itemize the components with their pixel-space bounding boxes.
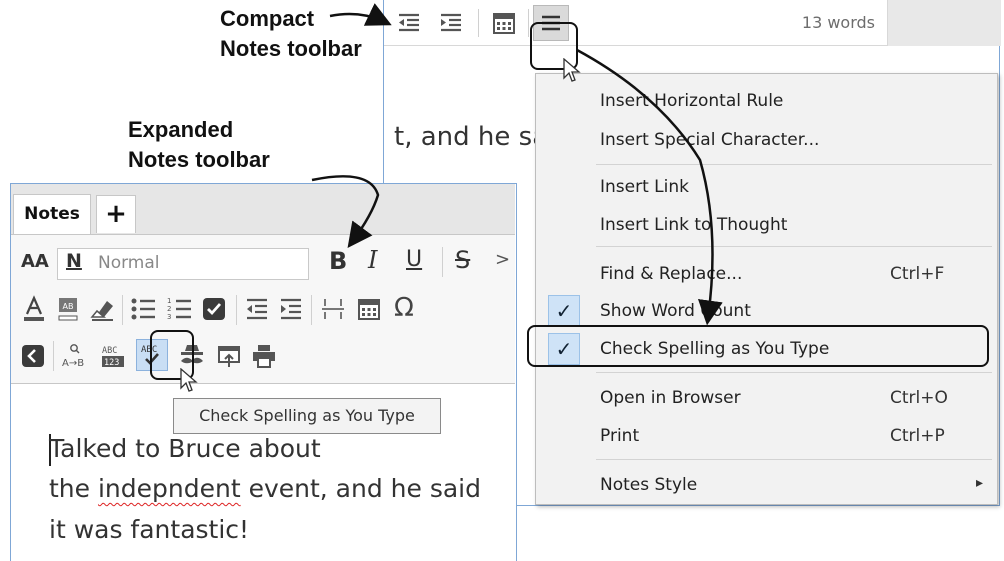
menu-item-label: Notes Style — [600, 475, 698, 495]
menu-item-shortcut: Ctrl+F — [890, 264, 945, 284]
toolbar-separator — [53, 341, 54, 371]
svg-text:3: 3 — [167, 313, 171, 321]
more-icon[interactable]: > — [495, 249, 510, 270]
style-value: Normal — [98, 253, 160, 273]
menu-separator — [596, 164, 992, 165]
expanded-notes-window: Notes + AA N Normal B I U S > AB 1 2 3 Ω… — [10, 183, 517, 561]
special-character-omega-icon[interactable]: Ω — [394, 293, 414, 323]
tooltip: Check Spelling as You Type — [173, 398, 441, 434]
menu-item-label: Print — [600, 426, 640, 446]
checkmark-icon: ✓ — [548, 295, 580, 327]
calendar-icon[interactable] — [356, 296, 382, 322]
menu-item-label: Insert Link to Thought — [600, 215, 788, 235]
svg-text:AB: AB — [63, 302, 74, 311]
submenu-arrow-icon: ▸ — [976, 475, 984, 491]
toolbar-separator — [478, 9, 479, 37]
annotation-compact-line2: Notes toolbar — [220, 36, 362, 61]
italic-button[interactable]: I — [368, 246, 377, 274]
add-tab-button[interactable]: + — [96, 195, 136, 233]
expanded-notes-toolbar: AA N Normal B I U S > AB 1 2 3 Ω A→B ABC… — [11, 234, 515, 384]
svg-text:A→B: A→B — [62, 358, 84, 369]
mouse-cursor-icon — [563, 58, 581, 82]
menu-item-find-replace[interactable]: Find & Replace... Ctrl+F — [536, 256, 997, 292]
word-count-icon[interactable]: ABC 123 — [99, 342, 127, 370]
annotation-compact-line1: Compact — [220, 6, 315, 31]
find-replace-icon[interactable]: A→B — [61, 342, 89, 370]
menu-separator — [596, 459, 992, 460]
svg-text:1: 1 — [167, 297, 171, 305]
outdent-icon[interactable] — [244, 296, 270, 322]
menu-item-insert-horizontal-rule[interactable]: Insert Horizontal Rule — [536, 83, 997, 119]
eraser-icon[interactable] — [89, 295, 115, 323]
paragraph-style-select[interactable]: N Normal — [57, 248, 309, 280]
menu-item-show-word-count[interactable]: ✓ Show Word Count — [536, 293, 997, 329]
menu-item-label: Find & Replace... — [600, 264, 743, 284]
note-line-3: it was fantastic! — [49, 515, 250, 544]
font-color-icon[interactable] — [21, 295, 47, 323]
note-text: the — [49, 474, 98, 503]
numbered-list-icon[interactable]: 123 — [165, 295, 193, 323]
compact-notes-toolbar: 13 words — [384, 0, 888, 46]
notes-tab-bar: Notes + — [11, 184, 515, 234]
mouse-cursor-icon — [180, 368, 198, 392]
menu-item-notes-style[interactable]: Notes Style ▸ — [536, 467, 997, 503]
menu-item-insert-link[interactable]: Insert Link — [536, 169, 997, 205]
menu-item-label: Insert Link — [600, 177, 689, 197]
highlight-color-icon[interactable]: AB — [55, 295, 81, 323]
note-text: event, and he said — [240, 474, 481, 503]
open-in-browser-icon[interactable] — [216, 343, 242, 369]
menu-item-label: Insert Special Character... — [600, 130, 820, 150]
bold-button[interactable]: B — [329, 247, 347, 275]
menu-item-insert-special-character[interactable]: Insert Special Character... — [536, 122, 997, 158]
indent-icon[interactable] — [278, 296, 304, 322]
tab-notes[interactable]: Notes — [13, 194, 91, 234]
menu-item-label: Show Word Count — [600, 301, 751, 321]
misspelled-word[interactable]: indepndent — [98, 474, 241, 503]
toolbar-separator — [528, 9, 529, 37]
svg-text:2: 2 — [167, 305, 171, 313]
compact-note-text: t, and he sa — [394, 122, 549, 152]
note-line-2: the indepndent event, and he said — [49, 474, 481, 503]
compact-title-area — [888, 0, 1001, 46]
horizontal-rule-icon[interactable] — [320, 296, 346, 322]
toolbar-separator — [311, 295, 312, 325]
style-icon: N — [66, 250, 82, 272]
word-count: 13 words — [801, 13, 875, 32]
menu-item-print[interactable]: Print Ctrl+P — [536, 418, 997, 454]
menu-item-label: Insert Horizontal Rule — [600, 91, 784, 111]
svg-text:123: 123 — [104, 358, 119, 368]
check-spelling-highlight-box — [527, 325, 989, 367]
notes-menu: Insert Horizontal Rule Insert Special Ch… — [535, 73, 998, 505]
strikethrough-button[interactable]: S — [455, 246, 470, 274]
font-size-button[interactable]: AA — [21, 251, 49, 272]
svg-text:ABC: ABC — [102, 346, 117, 356]
menu-item-open-in-browser[interactable]: Open in Browser Ctrl+O — [536, 380, 997, 416]
arrow-to-compact-toolbar — [329, 3, 392, 26]
underline-button[interactable]: U — [406, 247, 422, 272]
print-icon[interactable] — [251, 343, 277, 369]
bulleted-list-icon[interactable] — [129, 295, 157, 323]
indent-icon[interactable] — [438, 10, 464, 36]
annotation-expanded-line1: Expanded — [128, 117, 234, 142]
menu-item-shortcut: Ctrl+O — [890, 388, 948, 408]
note-line-1: Talked to Bruce about — [49, 434, 321, 463]
annotation-expanded-line2: Notes toolbar — [128, 147, 270, 172]
calendar-icon[interactable] — [491, 10, 517, 36]
menu-separator — [596, 372, 992, 373]
checkbox-icon[interactable] — [201, 296, 227, 322]
outdent-icon[interactable] — [396, 10, 422, 36]
collapse-toolbar-icon[interactable] — [21, 344, 45, 368]
toolbar-separator — [122, 295, 123, 325]
toolbar-separator — [236, 295, 237, 325]
menu-separator — [596, 246, 992, 247]
toolbar-separator — [442, 247, 443, 277]
menu-item-shortcut: Ctrl+P — [890, 426, 945, 446]
menu-item-insert-link-to-thought[interactable]: Insert Link to Thought — [536, 207, 997, 243]
menu-item-label: Open in Browser — [600, 388, 741, 408]
